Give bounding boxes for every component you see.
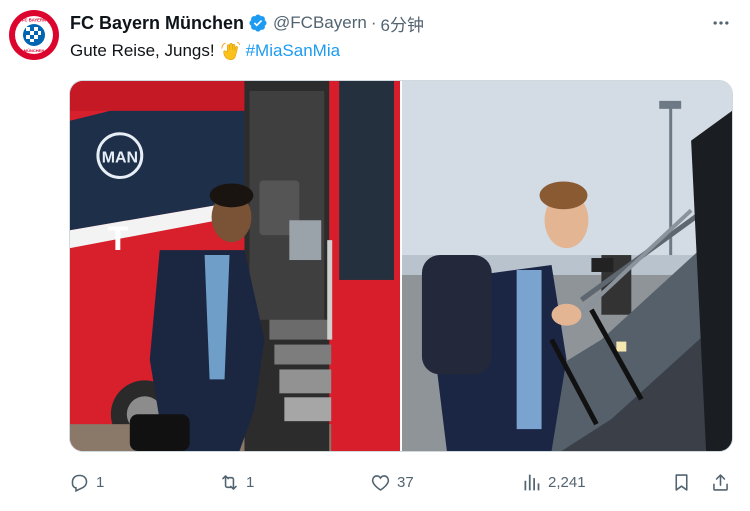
more-options-button[interactable]	[710, 12, 732, 34]
media-grid: MAN T	[69, 80, 733, 452]
tweet-text-body: Gute Reise, Jungs!	[70, 41, 215, 60]
retweet-button[interactable]: 1	[219, 468, 254, 496]
share-icon	[713, 473, 728, 491]
views-chart-icon	[524, 474, 540, 490]
handle[interactable]: @FCBayern	[273, 13, 367, 33]
svg-text:FC BAYERN: FC BAYERN	[22, 18, 46, 23]
retweet-count: 1	[246, 473, 255, 491]
reply-count: 1	[96, 473, 105, 491]
separator-dot: ·	[370, 13, 377, 32]
sponsor-logo-text: T	[107, 220, 128, 258]
like-count: 37	[397, 473, 414, 491]
reply-icon	[71, 474, 88, 492]
heart-icon	[371, 474, 390, 491]
tweet-actions-bar: 1 1 37 2,241	[69, 468, 739, 496]
bus-brand-text: MAN	[102, 150, 138, 167]
bookmark-icon	[675, 473, 688, 491]
reply-button[interactable]: 1	[69, 468, 104, 496]
waving-hand-icon	[220, 40, 242, 62]
views-count: 2,241	[548, 473, 586, 491]
tweet-header: FC Bayern München @FCBayern · 6分钟	[70, 11, 424, 36]
timestamp[interactable]: 6分钟	[381, 11, 424, 36]
photo-player-boarding-bus[interactable]: MAN T	[70, 81, 400, 451]
like-button[interactable]: 37	[370, 468, 414, 496]
retweet-icon	[222, 474, 237, 490]
photo-player-boarding-plane[interactable]	[402, 81, 732, 451]
hashtag-link[interactable]: #MiaSanMia	[246, 41, 341, 61]
avatar[interactable]: FC BAYERN MÜNCHEN	[9, 10, 59, 60]
verified-badge-icon	[248, 13, 268, 33]
bookmark-button[interactable]	[671, 468, 692, 496]
tweet-text: Gute Reise, Jungs! #MiaSanMia	[70, 40, 340, 62]
fc-bayern-crest-icon: FC BAYERN MÜNCHEN	[10, 11, 58, 59]
svg-text:MÜNCHEN: MÜNCHEN	[24, 48, 45, 53]
views-button[interactable]: 2,241	[521, 468, 586, 496]
more-icon	[713, 21, 729, 25]
share-button[interactable]	[710, 468, 731, 496]
display-name[interactable]: FC Bayern München	[70, 13, 244, 34]
